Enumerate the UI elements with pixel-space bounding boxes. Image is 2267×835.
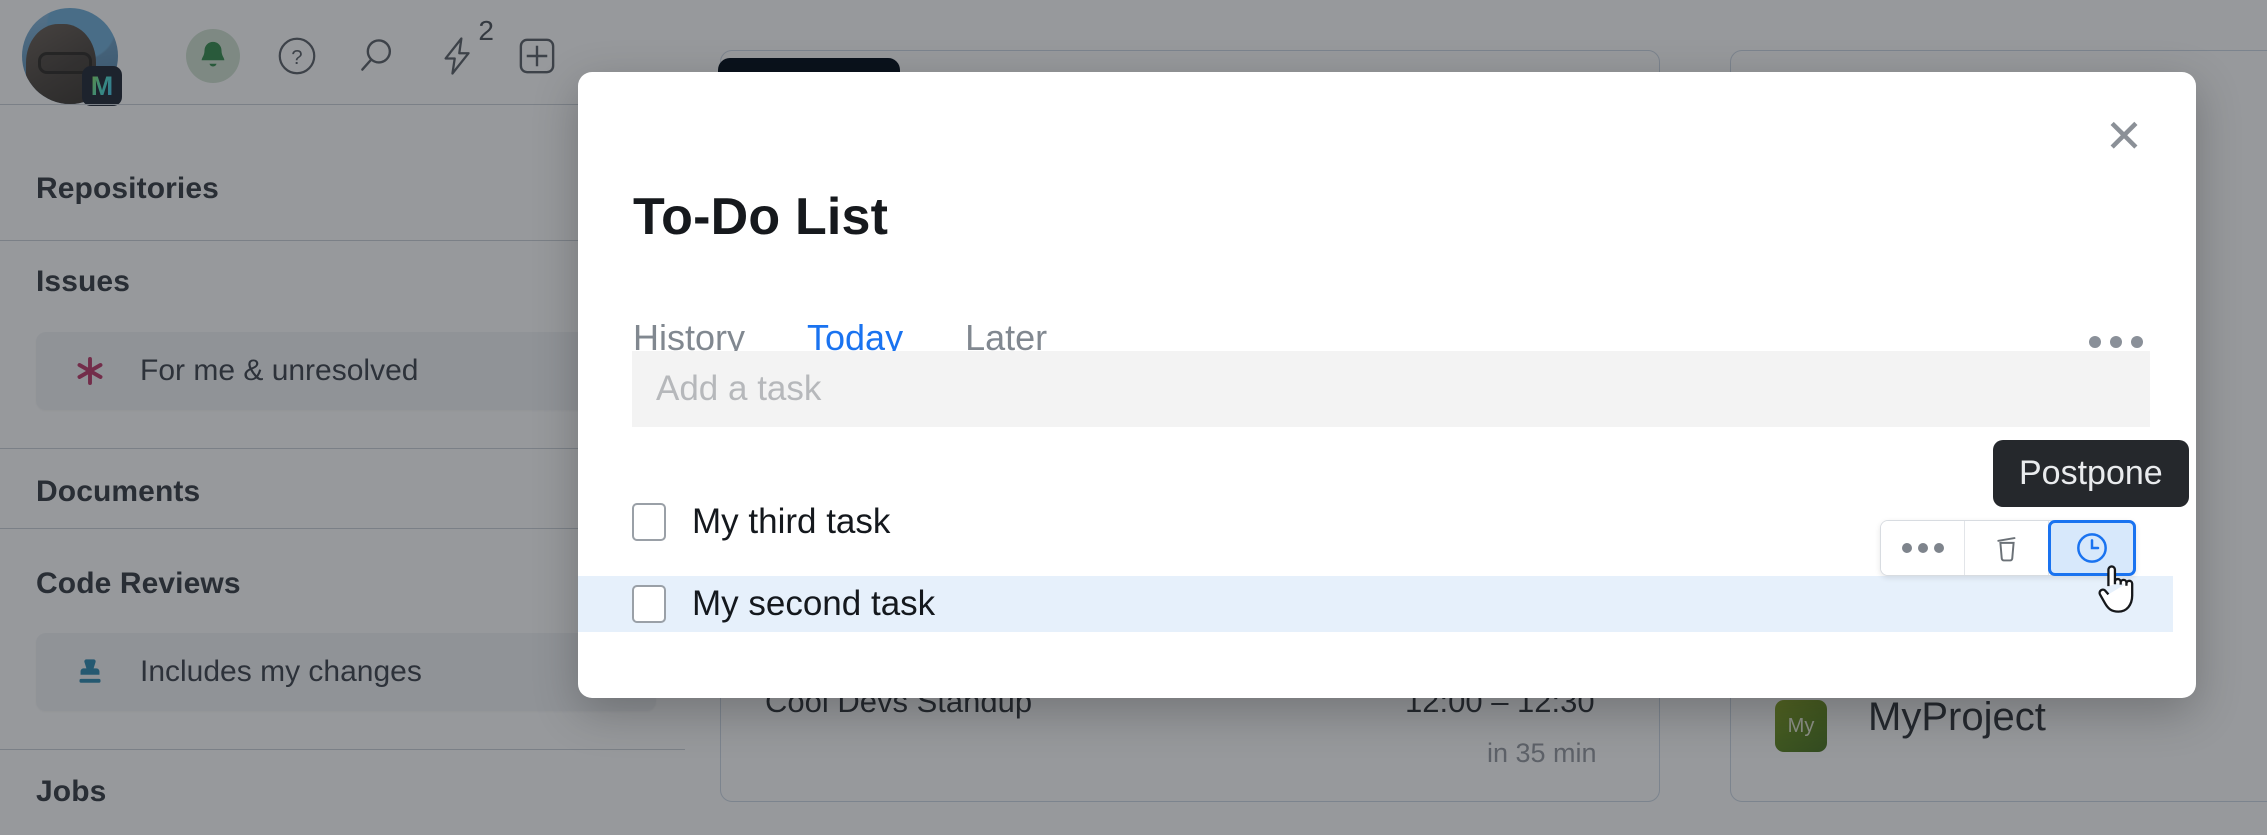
dot	[1934, 543, 1944, 553]
dot	[2131, 336, 2143, 348]
task-label: My second task	[692, 584, 935, 624]
dot	[2110, 336, 2122, 348]
dot	[2089, 336, 2101, 348]
dot	[1918, 543, 1928, 553]
mouse-cursor	[2095, 558, 2141, 622]
task-label: My third task	[692, 502, 890, 542]
task-checkbox[interactable]	[632, 503, 666, 541]
screen: M ?	[0, 0, 2267, 835]
task-checkbox[interactable]	[632, 585, 666, 623]
trash-icon	[1989, 530, 2025, 566]
task-row[interactable]: My second task	[578, 576, 2173, 632]
close-icon[interactable]: ✕	[2092, 104, 2156, 168]
delete-task-button[interactable]	[1965, 521, 2049, 575]
tooltip: Postpone	[1993, 440, 2189, 507]
dot	[1902, 543, 1912, 553]
page-title: To-Do List	[633, 187, 888, 247]
more-actions-button[interactable]	[1881, 521, 1965, 575]
add-task-input[interactable]	[632, 351, 2150, 427]
